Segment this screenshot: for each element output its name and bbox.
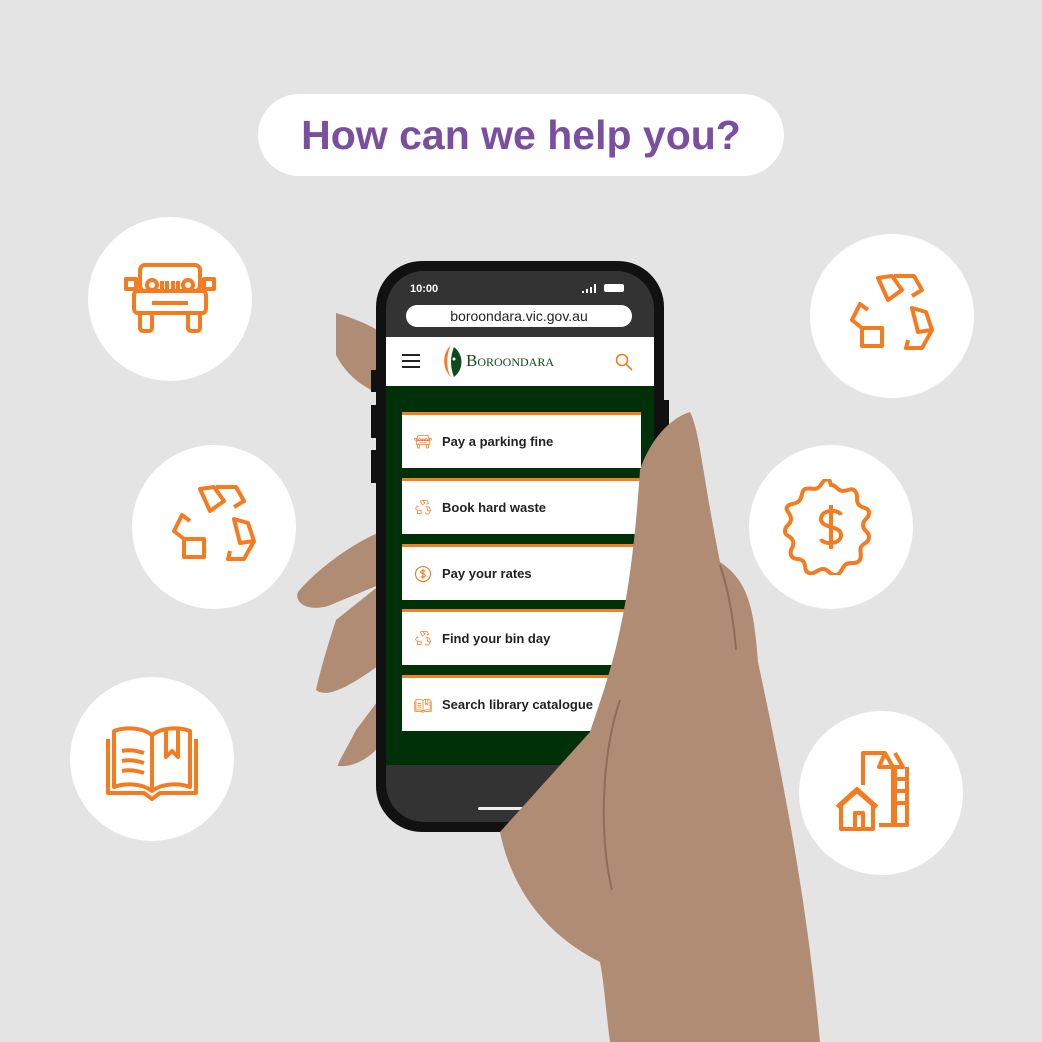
hand-front	[500, 412, 820, 1042]
